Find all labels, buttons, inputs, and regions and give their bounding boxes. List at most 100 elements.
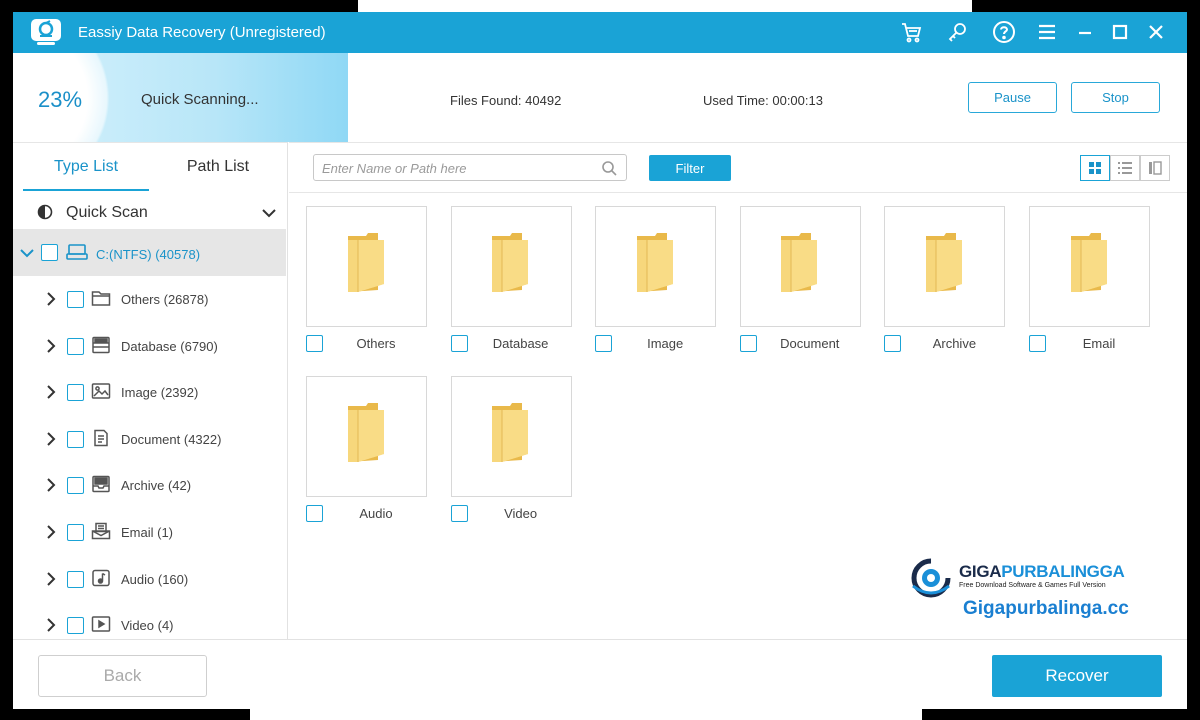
search-icon[interactable]	[601, 160, 618, 177]
video-icon	[91, 615, 113, 635]
tab-path-list[interactable]: Path List	[153, 143, 283, 191]
tile-checkbox[interactable]	[1029, 335, 1046, 352]
watermark-logo-icon	[909, 556, 953, 600]
tile-thumbnail[interactable]	[450, 376, 572, 497]
title-bar[interactable]: Eassiy Data Recovery (Unregistered)	[13, 12, 1187, 53]
app-logo-icon	[29, 18, 63, 46]
scan-progress: 23% Quick Scanning...	[13, 53, 348, 142]
tree-row-audio[interactable]: Audio (160)	[13, 556, 286, 603]
category-tile[interactable]: Document	[739, 206, 885, 356]
scan-status-bar: 23% Quick Scanning... Files Found: 40492…	[13, 53, 1187, 142]
tree-row-database[interactable]: Database (6790)	[13, 323, 286, 370]
search-input[interactable]	[322, 159, 592, 177]
tile-checkbox[interactable]	[450, 335, 468, 352]
tree-row-archive[interactable]: Archive (42)	[13, 462, 286, 509]
tree-checkbox[interactable]	[67, 524, 84, 541]
detail-view-icon[interactable]	[1140, 155, 1170, 181]
tree-row-email[interactable]: Email (1)	[13, 509, 286, 556]
tile-checkbox[interactable]	[450, 505, 468, 522]
active-tab-indicator	[23, 189, 149, 191]
key-icon[interactable]	[943, 17, 973, 47]
tree-item-label: Video (4)	[121, 618, 174, 634]
tile-thumbnail[interactable]	[450, 206, 572, 327]
tree-checkbox[interactable]	[67, 384, 84, 402]
tree-checkbox[interactable]	[67, 291, 84, 308]
search-box[interactable]	[313, 154, 627, 181]
tree-checkbox[interactable]	[67, 617, 84, 635]
tile-thumbnail[interactable]	[884, 206, 1006, 327]
tile-thumbnail[interactable]	[1029, 206, 1150, 327]
chevron-right-icon[interactable]	[45, 289, 57, 309]
watermark: GIGAPURBALINGGA Free Download Software &…	[909, 556, 1169, 626]
folder-icon	[488, 402, 534, 471]
tile-checkbox[interactable]	[884, 335, 902, 352]
screenshot-stage: Eassiy Data Recovery (Unregistered) 23% …	[0, 0, 1200, 720]
recover-button[interactable]: Recover	[992, 655, 1162, 697]
chevron-right-icon[interactable]	[45, 382, 57, 402]
scan-status-text: Quick Scanning...	[141, 91, 259, 108]
chevron-right-icon[interactable]	[45, 615, 57, 635]
tree-row-folder[interactable]: Others (26878)	[13, 276, 286, 323]
watermark-brand: GIGAPURBALINGGA	[959, 562, 1125, 582]
category-tile[interactable]: Audio	[306, 376, 451, 526]
chevron-right-icon[interactable]	[45, 569, 57, 589]
tile-thumbnail[interactable]	[306, 206, 427, 327]
tree-checkbox[interactable]	[67, 337, 84, 355]
results-pane: Filter Others Database Image Document Archiv…	[289, 142, 1187, 639]
list-view-icon[interactable]	[1110, 155, 1140, 181]
chevron-right-icon[interactable]	[45, 336, 57, 356]
tile-checkbox[interactable]	[306, 505, 323, 522]
tile-checkbox[interactable]	[306, 335, 323, 352]
close-icon[interactable]	[1141, 17, 1171, 47]
help-icon[interactable]	[989, 17, 1019, 47]
scan-mode-dropdown[interactable]: Quick Scan	[23, 195, 288, 227]
tile-checkbox[interactable]	[739, 335, 757, 352]
tile-label: Audio	[359, 506, 393, 521]
tree-item-label: Document (4322)	[121, 431, 222, 447]
tree-checkbox[interactable]	[67, 570, 84, 588]
watermark-brand-left: GIGA	[959, 562, 1002, 581]
category-tile[interactable]: Video	[450, 376, 596, 526]
tab-type-list[interactable]: Type List	[23, 143, 149, 191]
files-found-count: Files Found: 40492	[450, 93, 562, 108]
drive-label: C:(NTFS) (40578)	[96, 247, 201, 262]
background-window-strip	[358, 0, 972, 12]
chevron-down-icon[interactable]	[19, 246, 35, 264]
cart-icon[interactable]	[896, 17, 926, 47]
category-tile[interactable]: Others	[306, 206, 451, 356]
category-tile[interactable]: Archive	[884, 206, 1029, 356]
tile-thumbnail[interactable]	[306, 376, 427, 497]
chevron-right-icon[interactable]	[45, 475, 57, 495]
tree-item-label: Database (6790)	[121, 338, 218, 354]
tile-checkbox[interactable]	[595, 335, 613, 352]
watermark-brand-right: PURBALINGGA	[1001, 562, 1125, 581]
grid-view-icon[interactable]	[1080, 155, 1110, 181]
tile-thumbnail[interactable]	[595, 206, 717, 327]
category-tile[interactable]: Image	[595, 206, 740, 356]
category-tile[interactable]: Database	[450, 206, 596, 356]
maximize-icon[interactable]	[1105, 17, 1135, 47]
category-tile[interactable]: Email	[1029, 206, 1174, 356]
quick-scan-icon	[37, 204, 53, 225]
tree-item-label: Audio (160)	[121, 571, 189, 587]
menu-icon[interactable]	[1032, 17, 1062, 47]
tree-row-image[interactable]: Image (2392)	[13, 369, 286, 416]
stop-button[interactable]: Stop	[1071, 82, 1160, 113]
tile-label: Email	[1082, 336, 1116, 351]
tree-checkbox[interactable]	[67, 430, 84, 448]
tree-row-drive[interactable]: C:(NTFS) (40578)	[13, 229, 286, 276]
chevron-right-icon[interactable]	[45, 429, 57, 449]
tree-checkbox[interactable]	[67, 477, 84, 495]
minimize-icon[interactable]	[1070, 17, 1100, 47]
sidebar: Type List Path List Quick Scan C:(NTFS) …	[13, 142, 288, 639]
background-window-strip	[250, 709, 922, 720]
back-button[interactable]: Back	[38, 655, 207, 697]
pause-button[interactable]: Pause	[968, 82, 1057, 113]
drive-checkbox[interactable]	[41, 244, 58, 261]
scan-mode-label: Quick Scan	[66, 204, 148, 221]
tree-row-document[interactable]: Document (4322)	[13, 416, 286, 463]
filter-button[interactable]: Filter	[649, 155, 731, 181]
chevron-right-icon[interactable]	[45, 522, 57, 542]
tile-label: Database	[492, 336, 549, 351]
tile-thumbnail[interactable]	[739, 206, 861, 327]
